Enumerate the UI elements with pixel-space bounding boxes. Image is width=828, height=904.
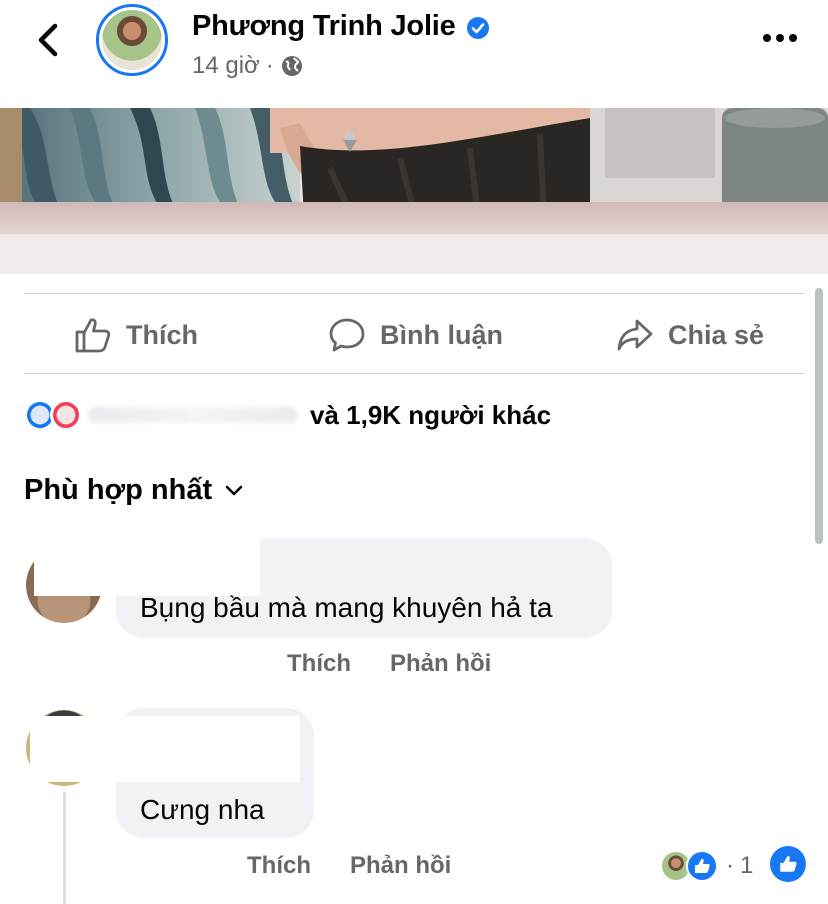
- scrollbar[interactable]: [815, 288, 823, 544]
- comment-like-button[interactable]: Thích: [287, 650, 351, 678]
- verified-badge-icon: [467, 17, 489, 39]
- comment-like-button[interactable]: Thích: [247, 852, 311, 880]
- post-meta: 14 giờ ·: [192, 52, 304, 80]
- like-action-button[interactable]: Thích: [74, 312, 198, 358]
- share-action-button[interactable]: Chia sẻ: [616, 312, 764, 358]
- globe-icon: [281, 56, 302, 76]
- comment-text: Cưng nha: [140, 794, 265, 825]
- like-reaction-icon: [686, 850, 718, 882]
- liked-by-me-icon[interactable]: [770, 846, 806, 882]
- share-label: Chia sẻ: [668, 319, 765, 350]
- post-time[interactable]: 14 giờ: [192, 52, 260, 80]
- comment-reply-button[interactable]: Phản hồi: [390, 650, 491, 678]
- poster-name[interactable]: Phương Trinh Jolie: [192, 10, 456, 43]
- post-header: Phương Trinh Jolie 14 giờ ·: [0, 0, 828, 108]
- back-button[interactable]: [30, 20, 66, 60]
- redacted-commenter-name: [30, 716, 300, 782]
- more-dots-icon: [763, 34, 797, 42]
- poster-avatar[interactable]: [96, 4, 168, 76]
- reaction-separator: ·: [726, 852, 734, 879]
- thumbs-up-icon: [780, 856, 797, 872]
- thumbs-up-icon: [75, 318, 111, 353]
- share-arrow-icon: [617, 319, 653, 351]
- thread-line: [63, 792, 66, 904]
- comment-reactions[interactable]: · 1: [660, 848, 753, 884]
- love-reaction-icon: [50, 399, 82, 431]
- thumbs-up-icon: [695, 858, 710, 873]
- divider-bottom: [24, 373, 804, 374]
- comment-action-button[interactable]: Bình luận: [328, 312, 503, 358]
- comment-text: Bụng bầu mà mang khuyên hả ta: [140, 592, 553, 623]
- divider-top: [24, 293, 804, 294]
- comment-reply-button[interactable]: Phản hồi: [350, 852, 451, 880]
- comment-label: Bình luận: [380, 319, 503, 350]
- like-label: Thích: [126, 319, 198, 350]
- reactions-summary[interactable]: và 1,9K người khác: [24, 398, 551, 432]
- sort-label: Phù hợp nhất: [24, 474, 213, 506]
- reactions-text: và 1,9K người khác: [310, 399, 552, 430]
- redacted-commenter-name: [34, 530, 260, 596]
- post-photo[interactable]: [0, 108, 828, 274]
- reaction-count: 1: [740, 852, 754, 879]
- chevron-left-icon: [38, 23, 58, 57]
- chevron-down-icon: [225, 485, 243, 495]
- avatar-image: [102, 10, 162, 70]
- comment-bubble-icon: [329, 318, 365, 352]
- blurred-names: [88, 407, 298, 423]
- comment-sort-dropdown[interactable]: Phù hợp nhất: [24, 474, 244, 507]
- meta-separator: ·: [265, 52, 274, 79]
- more-options-button[interactable]: [760, 24, 800, 52]
